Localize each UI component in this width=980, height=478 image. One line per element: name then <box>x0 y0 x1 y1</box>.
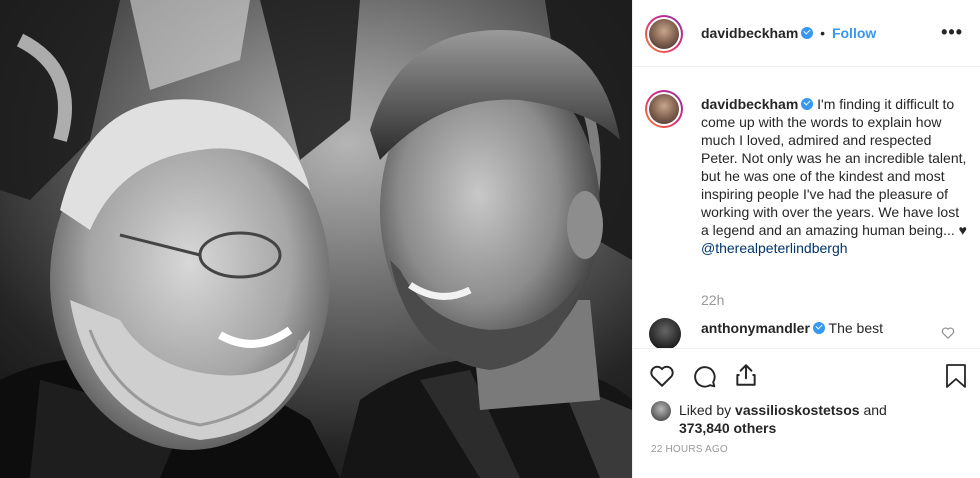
post-header: davidbeckham • Follow ••• <box>633 0 980 67</box>
caption-body: I'm finding it difficult to come up with… <box>701 96 967 238</box>
liker-username[interactable]: vassilioskostetsos <box>735 402 860 418</box>
comment-icon[interactable] <box>691 363 717 389</box>
follow-button[interactable]: Follow <box>832 25 876 41</box>
likes-summary[interactable]: Liked by vassilioskostetsos and 373,840 … <box>679 401 959 437</box>
likes-count[interactable]: 373,840 others <box>679 420 776 436</box>
bookmark-icon[interactable] <box>945 363 967 389</box>
post-sidebar: davidbeckham • Follow ••• davidbeckham I… <box>632 0 980 478</box>
verified-badge-icon <box>801 27 814 39</box>
comment-avatar[interactable] <box>649 318 681 348</box>
caption-username-link[interactable]: davidbeckham <box>701 96 798 112</box>
header-username-line: davidbeckham • Follow <box>701 25 876 41</box>
post-time[interactable]: 22h <box>701 292 724 308</box>
share-icon[interactable] <box>733 362 759 388</box>
post-timestamp[interactable]: 22 HOURS AGO <box>651 444 728 455</box>
comment-text: anthonymandler The best <box>701 320 883 336</box>
avatar[interactable] <box>645 15 683 53</box>
comment-username-link[interactable]: anthonymandler <box>701 320 810 336</box>
photo-illustration <box>0 0 632 478</box>
verified-badge-icon <box>812 322 825 334</box>
separator: • <box>820 25 826 41</box>
likes-prefix: Liked by <box>679 402 732 418</box>
caption-avatar[interactable] <box>645 90 683 128</box>
action-bar: Liked by vassilioskostetsos and 373,840 … <box>633 348 980 478</box>
username-link[interactable]: davidbeckham <box>701 25 798 41</box>
comment-like-heart-icon[interactable] <box>941 326 955 340</box>
liker-avatar[interactable] <box>651 401 671 421</box>
post-photo[interactable] <box>0 0 632 478</box>
mention-link[interactable]: @therealpeterlindbergh <box>701 240 848 256</box>
verified-badge-icon <box>801 98 814 110</box>
heart-icon[interactable] <box>649 363 675 389</box>
likes-and: and <box>863 402 887 418</box>
caption-text: davidbeckham I'm finding it difficult to… <box>701 95 969 257</box>
comment-body: The best <box>828 320 884 336</box>
comment-item: anthonymandler The best <box>645 316 975 348</box>
more-options-icon[interactable]: ••• <box>941 22 963 43</box>
